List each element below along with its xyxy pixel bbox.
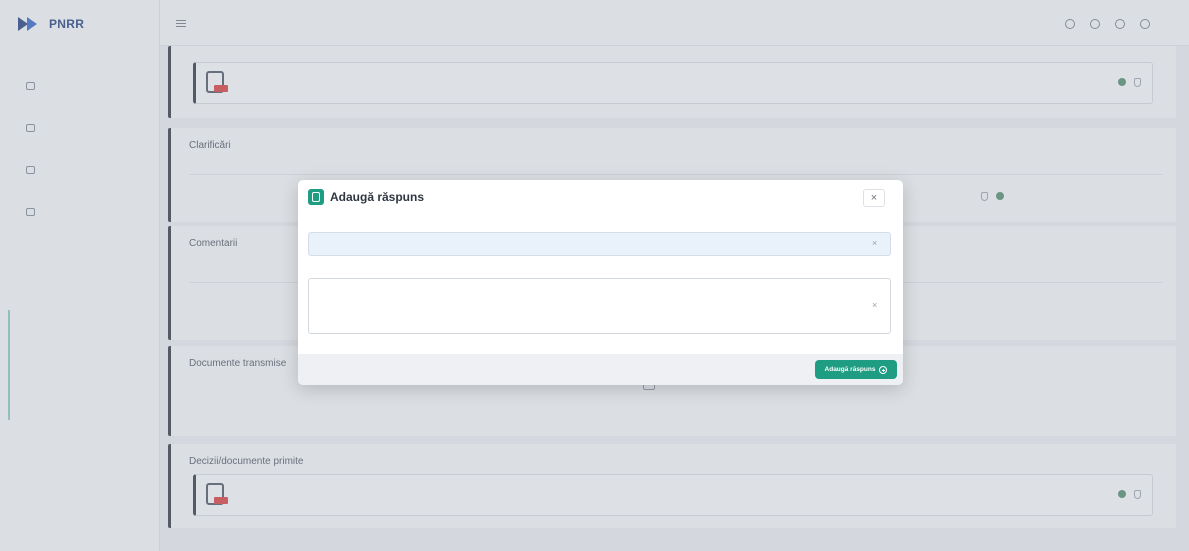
- content-textarea[interactable]: ×: [308, 278, 891, 334]
- modal-title: Adaugă răspuns: [330, 190, 425, 204]
- add-response-button[interactable]: Adaugă răspuns: [815, 360, 897, 379]
- subject-input[interactable]: ×: [308, 232, 891, 256]
- plus-circle-icon: [879, 365, 888, 374]
- clear-icon[interactable]: ×: [872, 238, 877, 248]
- close-button[interactable]: ×: [863, 189, 885, 207]
- button-label: Adaugă răspuns: [824, 366, 876, 373]
- modal-footer: Adaugă răspuns: [298, 354, 903, 385]
- add-response-modal: Adaugă răspuns × × × Adaugă răspuns: [298, 180, 903, 385]
- document-icon: [308, 189, 324, 205]
- clear-icon[interactable]: ×: [872, 300, 877, 310]
